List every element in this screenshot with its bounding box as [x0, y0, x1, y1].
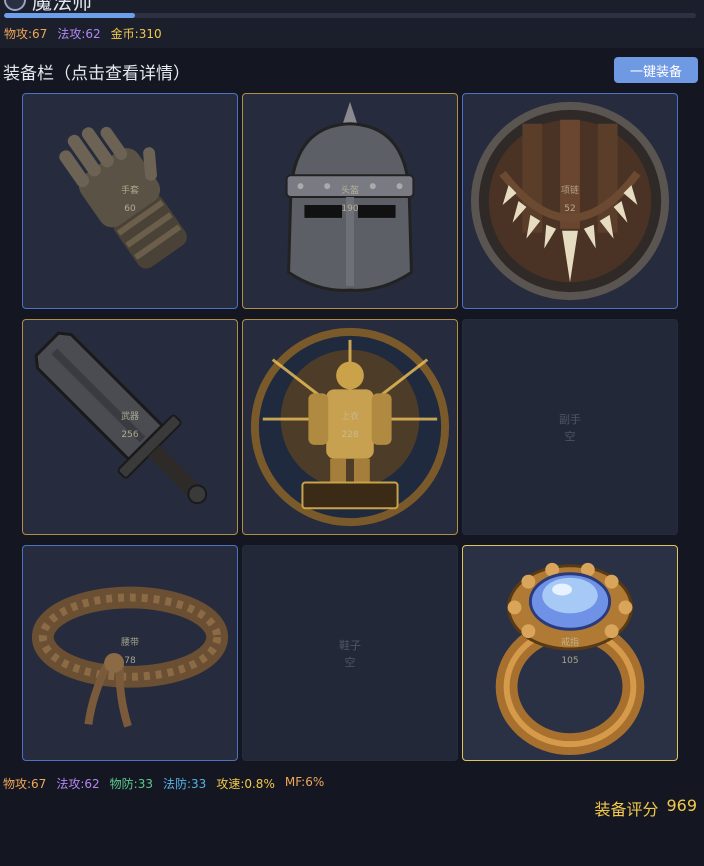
slot-label: 手套 — [120, 186, 139, 196]
slot-label: 鞋子 — [339, 639, 361, 652]
gauntlet-icon — [59, 126, 187, 269]
slot-score: 105 — [561, 656, 579, 666]
slot-label: 武器 — [120, 412, 139, 422]
total-attack-speed: 攻速:0.8% — [216, 777, 275, 791]
armor-icon — [250, 327, 450, 527]
slot-score: 60 — [124, 204, 136, 214]
slot-label: 戒指 — [560, 638, 579, 648]
slot-label: 头盔 — [340, 186, 359, 196]
stat-gold: 金币:310 — [110, 27, 162, 41]
character-name-row: 魔法师 — [4, 0, 92, 14]
avatar-icon[interactable] — [4, 0, 26, 11]
slot-empty-text: 空 — [344, 656, 356, 669]
equip-slot-necklace[interactable]: 项链 52 — [462, 93, 678, 309]
total-physical-attack: 物攻:67 — [3, 777, 47, 791]
experience-bar — [4, 13, 696, 18]
equip-all-button[interactable]: 一键装备 — [614, 57, 698, 83]
sword-icon — [34, 331, 208, 505]
header-stats: 物攻:67 法攻:62 金币:310 — [4, 25, 162, 42]
rating-label: 装备评分 — [594, 800, 659, 819]
slot-label: 腰带 — [120, 638, 139, 648]
total-magic-attack: 法攻:62 — [56, 777, 100, 791]
slot-score: 52 — [564, 204, 576, 214]
equip-slot-armor[interactable]: 上衣 228 — [242, 319, 458, 535]
equipment-panel-title: 装备栏（点击查看详情） — [3, 64, 190, 84]
total-physical-defense: 物防:33 — [109, 777, 153, 791]
ring-icon — [495, 562, 645, 756]
equip-slot-weapon[interactable]: 武器 256 — [22, 319, 238, 535]
slot-label: 副手 — [559, 413, 581, 426]
equip-slot-offhand[interactable]: 副手 空 — [462, 319, 678, 535]
character-header: 魔法师 物攻:67 法攻:62 金币:310 — [0, 0, 704, 48]
total-magic-defense: 法防:33 — [162, 777, 207, 791]
rating-value: 969 — [666, 796, 697, 815]
slot-empty-text: 空 — [564, 430, 576, 443]
necklace-icon — [470, 101, 670, 301]
equipment-grid: 手套 60 头盔 190 项链 52 武器 256 上衣 228 副手 空 腰带… — [22, 93, 679, 761]
stat-physical-attack: 物攻:67 — [4, 27, 48, 41]
slot-label: 项链 — [560, 186, 579, 196]
equip-slot-gloves[interactable]: 手套 60 — [22, 93, 238, 309]
stat-magic-attack: 法攻:62 — [57, 27, 101, 41]
slot-score: 78 — [124, 656, 136, 666]
helmet-icon — [285, 101, 415, 292]
slot-score: 256 — [121, 430, 139, 440]
slot-score: 228 — [341, 430, 359, 440]
equip-slot-helmet[interactable]: 头盔 190 — [242, 93, 458, 309]
total-magic-find: MF:6% — [284, 775, 325, 789]
equipment-rating: 装备评分 969 — [594, 796, 697, 820]
belt-icon — [31, 586, 229, 728]
slot-score: 190 — [341, 204, 359, 214]
total-stats: 物攻:67 法攻:62 物防:33 法防:33 攻速:0.8% MF:6% — [3, 775, 324, 792]
equip-slot-belt[interactable]: 腰带 78 — [22, 545, 238, 761]
slot-label: 上衣 — [340, 412, 359, 422]
experience-bar-fill — [4, 13, 136, 18]
equip-slot-ring[interactable]: 戒指 105 — [462, 545, 678, 761]
equip-slot-shoes[interactable]: 鞋子 空 — [242, 545, 458, 761]
